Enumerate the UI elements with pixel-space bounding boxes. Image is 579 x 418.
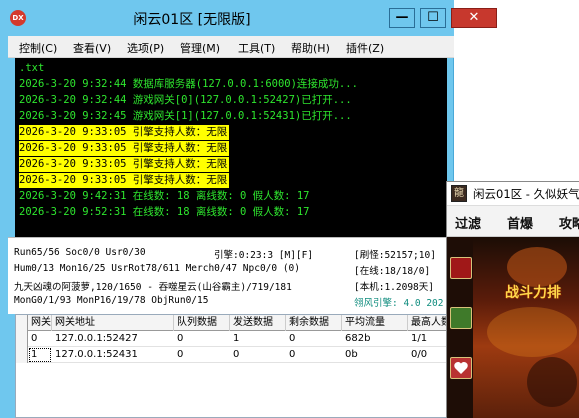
scene-glow: [507, 247, 567, 287]
guide-button[interactable]: 攻略: [559, 213, 579, 232]
menu-plugins[interactable]: 插件(Z): [346, 40, 384, 56]
column-header[interactable]: 发送数据: [230, 315, 286, 331]
table-corner: [16, 315, 28, 331]
game-side-panel: [447, 237, 473, 418]
status-online: [在线:18/18/0]: [354, 266, 431, 277]
menu-manage[interactable]: 管理(M): [180, 40, 220, 56]
table-row[interactable]: 0 127.0.0.1:52427 0 1 0 682b 1/1: [16, 331, 453, 347]
table-row[interactable]: 1 127.0.0.1:52431 0 0 0 0b 0/0: [16, 347, 453, 363]
table-cell[interactable]: 682b: [342, 331, 408, 347]
minimize-button[interactable]: —: [389, 8, 415, 28]
dragon-icon: 龍: [451, 185, 467, 202]
gateway-table[interactable]: 网关 网关地址 队列数据 发送数据 剩余数据 平均流量 最高人数 0 127.0…: [15, 314, 454, 418]
status-engine-time: 引擎:0:23:3 [M][F]: [214, 250, 314, 261]
minimize-icon: —: [395, 10, 409, 25]
log-line-highlighted: 2026-3-20 9:33:05 引擎支持人数：无限: [19, 141, 230, 156]
table-cell[interactable]: 127.0.0.1:52427: [52, 331, 174, 347]
status-panel: Run65/56 Soc0/0 Usr0/30 引擎:0:23:3 [M][F]…: [8, 237, 454, 314]
maximize-button[interactable]: ☐: [420, 8, 446, 28]
menu-tools[interactable]: 工具(T): [238, 40, 275, 56]
table-cell[interactable]: 0: [174, 331, 230, 347]
log-line-highlighted: 2026-3-20 9:33:05 引擎支持人数：无限: [19, 125, 230, 140]
table-cell[interactable]: 0b: [342, 347, 408, 363]
game-window[interactable]: 龍 闲云01区 - 久似妖气 过滤 首爆 攻略 战斗力排: [446, 181, 579, 418]
status-run: Run65/56 Soc0/0 Usr0/30: [14, 247, 146, 258]
game-toolbar: 过滤 首爆 攻略: [447, 207, 579, 237]
row-header[interactable]: [16, 331, 28, 347]
table-cell[interactable]: 0: [286, 331, 342, 347]
table-cell[interactable]: 1: [230, 331, 286, 347]
menu-options[interactable]: 选项(P): [127, 40, 164, 56]
first-drop-button[interactable]: 首爆: [507, 213, 533, 232]
menu-view[interactable]: 查看(V): [73, 40, 111, 56]
table-cell-selected[interactable]: 1: [28, 347, 52, 363]
column-header[interactable]: 网关地址: [52, 315, 174, 331]
window-title: 闲云01区 [无限版]: [133, 12, 251, 28]
main-window: DX 闲云01区 [无限版] — ☐ ✕ 控制(C) 查看(V) 选项(P) 管…: [0, 0, 497, 418]
close-icon: ✕: [468, 10, 480, 25]
log-line: 2026-3-20 9:42:31 在线数: 18 离线数: 0 假人数: 17: [19, 190, 310, 202]
status-mon: MonG0/1/93 MonP16/19/78 ObjRun0/15: [14, 295, 209, 306]
menu-bar: 控制(C) 查看(V) 选项(P) 管理(M) 工具(T) 帮助(H) 插件(Z…: [8, 36, 454, 58]
menu-control[interactable]: 控制(C): [19, 40, 57, 56]
column-header[interactable]: 网关: [28, 315, 52, 331]
game-window-title: 闲云01区 - 久似妖气: [473, 187, 579, 201]
table-cell[interactable]: 127.0.0.1:52431: [52, 347, 174, 363]
table-cell[interactable]: 0: [286, 347, 342, 363]
maximize-icon: ☐: [427, 10, 439, 25]
side-icon-green[interactable]: [450, 307, 472, 329]
log-line-highlighted: 2026-3-20 9:33:05 引擎支持人数：无限: [19, 157, 230, 172]
heart-icon[interactable]: [450, 357, 472, 379]
table-header: 网关 网关地址 队列数据 发送数据 剩余数据 平均流量 最高人数: [16, 315, 453, 331]
log-line-highlighted: 2026-3-20 9:33:05 引擎支持人数：无限: [19, 173, 230, 188]
log-line: 2026-3-20 9:52:31 在线数: 18 离线数: 0 假人数: 17: [19, 206, 310, 218]
menu-help[interactable]: 帮助(H): [291, 40, 330, 56]
side-icon-red[interactable]: [450, 257, 472, 279]
scene-glow: [487, 307, 577, 357]
column-header[interactable]: 剩余数据: [286, 315, 342, 331]
table-cell[interactable]: 0: [28, 331, 52, 347]
row-header[interactable]: [16, 347, 28, 363]
filter-button[interactable]: 过滤: [455, 213, 481, 232]
status-player: 九天凶魂の阿菠萝,120/1650 - 吞噬星云(山谷霸主)/719/181: [14, 282, 292, 293]
log-console[interactable]: .txt 2026-3-20 9:32:44 数据库服务器(127.0.0.1:…: [15, 58, 447, 237]
heart-shape: [454, 362, 468, 374]
log-line: .txt: [19, 62, 45, 74]
rank-banner: 战斗力排: [505, 285, 561, 301]
close-button[interactable]: ✕: [451, 8, 497, 28]
status-engine-version: 翎风引擎: 4.0 202: [354, 298, 444, 309]
scene-shadow: [527, 357, 577, 407]
log-line: 2026-3-20 9:32:44 数据库服务器(127.0.0.1:6000)…: [19, 78, 358, 90]
table-cell[interactable]: 0: [174, 347, 230, 363]
log-line: 2026-3-20 9:32:45 游戏网关[1](127.0.0.1:5243…: [19, 110, 352, 122]
status-hum: Hum0/13 Mon16/25 UsrRot78/611 Merch0/47 …: [14, 263, 300, 274]
column-header[interactable]: 平均流量: [342, 315, 408, 331]
status-spawn: [刷怪:52157;10]: [354, 250, 436, 261]
status-local: [本机:1.2098天]: [354, 282, 434, 293]
column-header[interactable]: 队列数据: [174, 315, 230, 331]
log-line: 2026-3-20 9:32:44 游戏网关[0](127.0.0.1:5242…: [19, 94, 352, 106]
game-title-bar[interactable]: 龍 闲云01区 - 久似妖气: [447, 182, 579, 206]
desktop: DX 闲云01区 [无限版] — ☐ ✕ 控制(C) 查看(V) 选项(P) 管…: [0, 0, 579, 418]
title-bar[interactable]: DX 闲云01区 [无限版] — ☐ ✕: [0, 0, 497, 36]
table-cell[interactable]: 0: [230, 347, 286, 363]
